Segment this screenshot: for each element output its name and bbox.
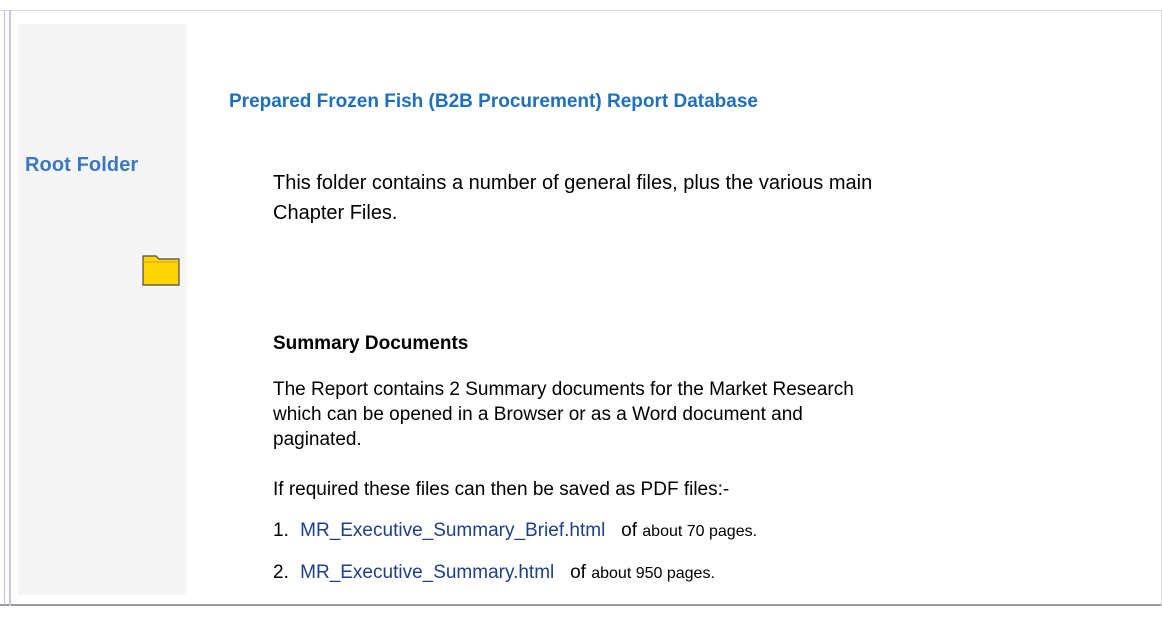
- page-count: about 950 pages.: [591, 565, 715, 582]
- report-title: Prepared Frozen Fish (B2B Procurement) R…: [229, 91, 758, 112]
- list-number: 1.: [273, 520, 289, 541]
- list-item: 2. MR_Executive_Summary.html of about 95…: [273, 562, 715, 584]
- of-text: of: [621, 520, 637, 541]
- executive-summary-brief-link[interactable]: MR_Executive_Summary_Brief.html: [300, 520, 605, 541]
- list-item: 1. MR_Executive_Summary_Brief.html of ab…: [273, 520, 757, 542]
- sidebar: [18, 24, 187, 595]
- list-number: 2.: [273, 562, 289, 583]
- executive-summary-link[interactable]: MR_Executive_Summary.html: [300, 562, 554, 583]
- left-border: [4, 10, 5, 606]
- folder-icon[interactable]: [142, 248, 180, 286]
- root-folder-label: Root Folder: [25, 154, 139, 176]
- page-count: about 70 pages.: [642, 523, 758, 540]
- summary-description: The Report contains 2 Summary documents …: [273, 379, 854, 450]
- left-border-accent: [9, 10, 11, 606]
- intro-paragraph: This folder contains a number of general…: [273, 172, 873, 224]
- of-text: of: [570, 562, 586, 583]
- pdf-note: If required these files can then be save…: [273, 479, 730, 500]
- summary-heading: Summary Documents: [273, 333, 469, 354]
